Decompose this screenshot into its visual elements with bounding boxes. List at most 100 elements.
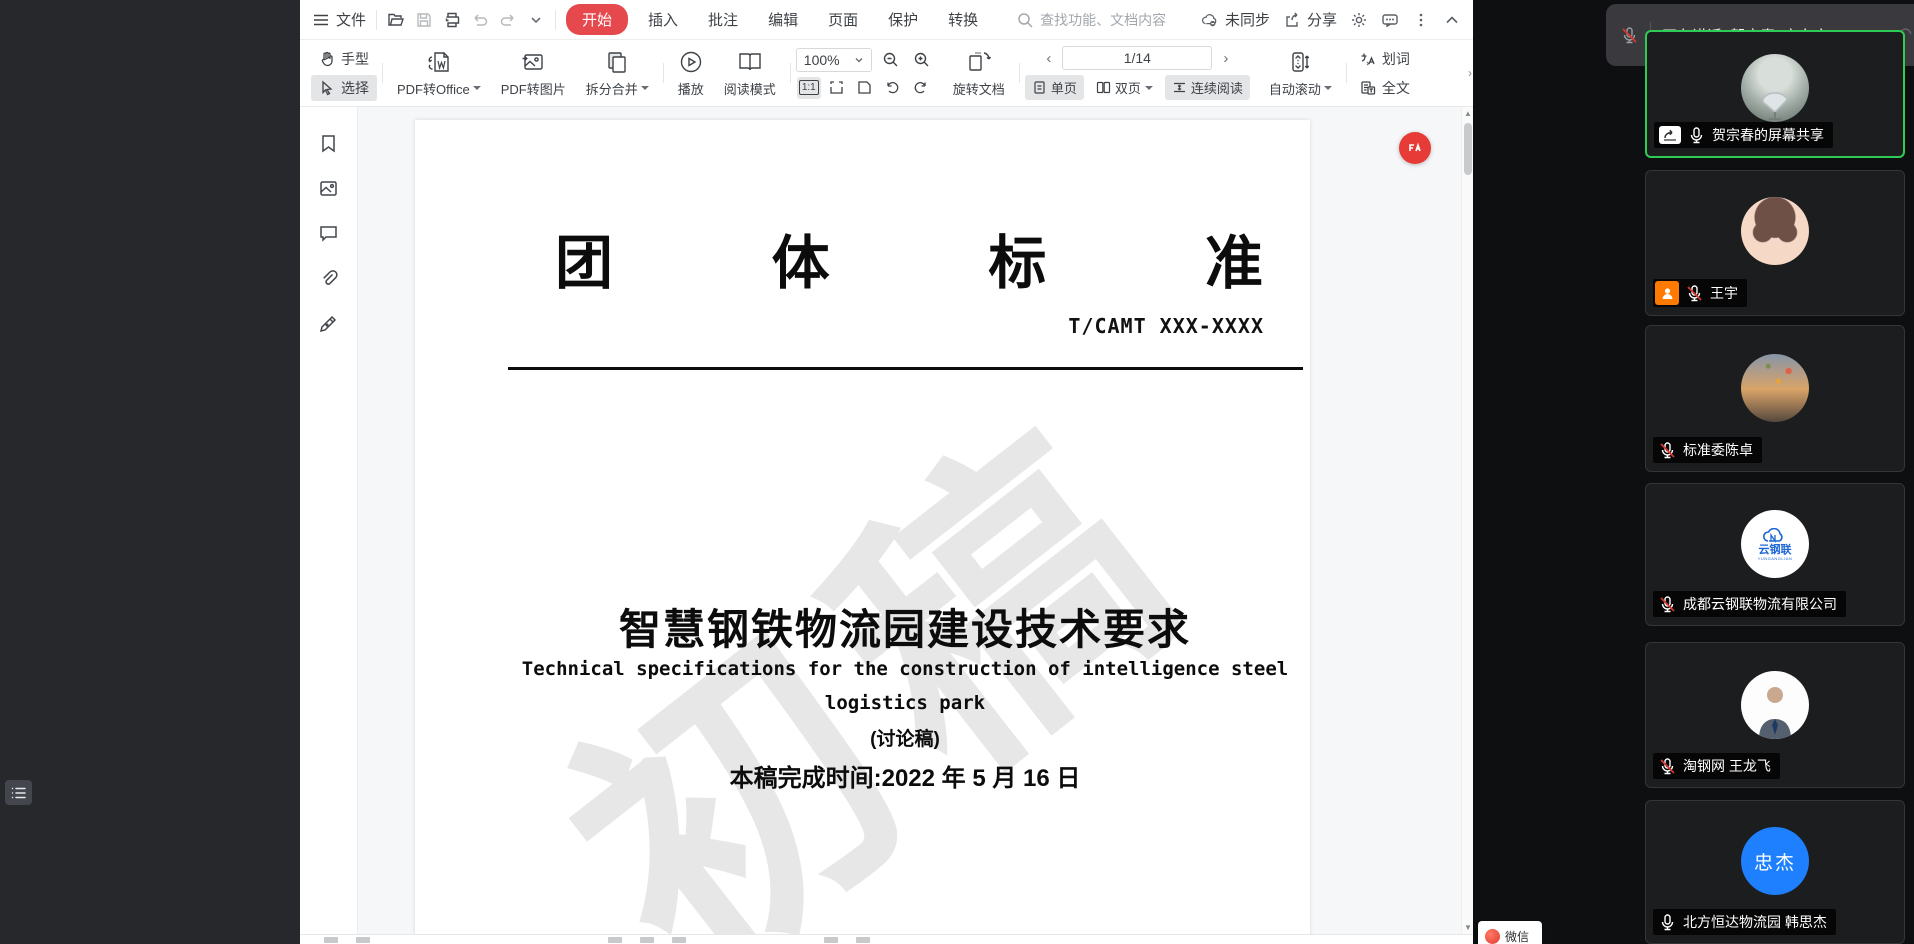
fit-width-button[interactable] — [825, 77, 849, 99]
pdf-to-office-label: PDF转Office — [397, 79, 470, 98]
statusbar-icon[interactable] — [324, 937, 338, 943]
scroll-down-icon[interactable]: ▼ — [1462, 923, 1474, 932]
continuous-read-button[interactable]: 连续阅读 — [1165, 75, 1250, 100]
comments-icon[interactable] — [318, 223, 339, 244]
tab-edit[interactable]: 编辑 — [758, 4, 808, 35]
mic-on-icon — [1658, 913, 1677, 932]
more-actions-caret-icon[interactable] — [527, 11, 545, 29]
tab-convert[interactable]: 转换 — [938, 4, 988, 35]
document-subtitle-en: logistics park — [435, 692, 1310, 714]
divider — [376, 10, 377, 30]
thumbnails-icon[interactable] — [318, 178, 339, 199]
tab-comment[interactable]: 批注 — [698, 4, 748, 35]
play-button[interactable]: 播放 — [669, 45, 713, 102]
pdf-reader-window: 文件 开始 插入 批注 编辑 页面 保护 转换 查找功能、文档内容 未同步 分享 — [300, 0, 1473, 944]
double-page-button[interactable]: 双页 — [1089, 75, 1160, 100]
hand-tool-button[interactable]: 手型 — [311, 46, 377, 72]
participant-tile[interactable]: 淘钢网 王龙飞 — [1645, 642, 1905, 788]
actual-size-button[interactable]: 1:1 — [797, 77, 821, 99]
sync-status[interactable]: 未同步 — [1201, 9, 1270, 30]
wechat-taskbar-popup[interactable]: 微信 — [1478, 921, 1542, 944]
rotate-left-button[interactable] — [881, 77, 905, 99]
full-text-label: 全文 — [1382, 78, 1410, 98]
mic-muted-icon — [1658, 441, 1677, 460]
heading-char: 团 — [555, 216, 613, 300]
auto-scroll-button[interactable]: 自动滚动 — [1260, 45, 1341, 102]
redo-icon[interactable] — [499, 11, 517, 29]
zoom-level-select[interactable]: 100% — [796, 48, 872, 72]
statusbar-icon[interactable] — [672, 937, 686, 943]
undo-icon[interactable] — [471, 11, 489, 29]
pdf-to-image-button[interactable]: PDF转图片 — [492, 45, 575, 102]
participant-name: 北方恒达物流园 韩思杰 — [1683, 912, 1827, 932]
tab-insert[interactable]: 插入 — [638, 4, 688, 35]
play-label: 播放 — [678, 79, 704, 98]
statusbar-icon[interactable] — [640, 937, 654, 943]
print-icon[interactable] — [443, 11, 461, 29]
more-menu-dots-icon[interactable] — [1412, 11, 1430, 29]
single-page-button[interactable]: 单页 — [1025, 75, 1084, 100]
zoom-in-button[interactable] — [910, 49, 934, 71]
fit-page-button[interactable] — [853, 77, 877, 99]
draft-note: (讨论稿) — [475, 724, 1310, 751]
full-text-translate-button[interactable]: 全文 — [1352, 75, 1418, 101]
sync-label: 未同步 — [1225, 9, 1270, 30]
statusbar-icon[interactable] — [824, 937, 838, 943]
scrollbar-thumb[interactable] — [1464, 123, 1472, 175]
page-indicator: 1/14 — [1124, 50, 1151, 66]
pdf-to-image-label: PDF转图片 — [501, 79, 566, 98]
prev-page-button[interactable]: ‹ — [1043, 50, 1054, 67]
vertical-scrollbar[interactable]: ▲ ▼ — [1461, 107, 1473, 934]
participant-tile[interactable]: 贺宗春的屏幕共享 — [1645, 30, 1905, 158]
save-icon[interactable] — [415, 11, 433, 29]
pdf-to-office-icon — [426, 49, 452, 75]
avatar — [1741, 671, 1809, 739]
hand-tool-label: 手型 — [341, 49, 369, 69]
split-merge-button[interactable]: 拆分合并 — [577, 45, 658, 102]
outline-toggle-button[interactable] — [5, 780, 32, 805]
company-logo-subtext: YUNGANGLIAN — [1758, 556, 1793, 561]
toolbar-overflow-chevron-icon[interactable]: › — [1468, 66, 1472, 80]
tab-home[interactable]: 开始 — [566, 4, 628, 35]
statusbar-icon[interactable] — [608, 937, 622, 943]
assistant-floating-badge[interactable] — [1399, 132, 1431, 164]
word-pick-translate-button[interactable]: 划词 — [1352, 46, 1418, 72]
open-file-icon[interactable] — [387, 11, 405, 29]
self-mic-muted-icon[interactable] — [1620, 26, 1639, 45]
double-page-label: 双页 — [1115, 78, 1141, 97]
attachments-icon[interactable] — [318, 268, 339, 289]
rotate-document-button[interactable]: 旋转文档 — [944, 45, 1014, 102]
tab-protect[interactable]: 保护 — [878, 4, 928, 35]
participant-tile[interactable]: 标准委陈卓 — [1645, 325, 1905, 472]
bookmarks-icon[interactable] — [318, 133, 339, 154]
search-input[interactable]: 查找功能、文档内容 — [1016, 10, 1191, 30]
zoom-level-value: 100% — [804, 52, 840, 68]
read-mode-button[interactable]: 阅读模式 — [715, 45, 785, 102]
document-title: 智慧钢铁物流园建设技术要求 — [475, 596, 1310, 657]
tab-page[interactable]: 页面 — [818, 4, 868, 35]
rotate-right-button[interactable] — [909, 77, 933, 99]
next-page-button[interactable]: › — [1220, 50, 1231, 67]
document-subtitle-en: Technical specifications for the constru… — [435, 658, 1310, 680]
participant-tile[interactable]: 云钢联 YUNGANGLIAN 成都云钢联物流有限公司 — [1645, 483, 1905, 626]
cursor-icon — [319, 80, 335, 96]
select-tool-button[interactable]: 选择 — [311, 75, 377, 101]
zoom-out-button[interactable] — [879, 49, 903, 71]
participant-name: 标准委陈卓 — [1683, 440, 1753, 460]
document-view-area[interactable]: 初稿 团 体 标 准 T/CAMT XXX-XXXX 智慧钢铁物流园建设技术要求… — [358, 107, 1461, 934]
participant-tile[interactable]: 忠杰 北方恒达物流园 韩思杰 — [1645, 800, 1905, 944]
pdf-to-office-button[interactable]: PDF转Office — [388, 45, 490, 102]
share-button[interactable]: 分享 — [1283, 9, 1337, 30]
caret-down-icon — [854, 55, 864, 65]
page-number-input[interactable]: 1/14 — [1062, 46, 1212, 70]
file-menu[interactable]: 文件 — [312, 9, 366, 30]
feedback-chat-icon[interactable] — [1381, 11, 1399, 29]
participant-tile[interactable]: 王宇 — [1645, 170, 1905, 316]
collapse-toolbar-icon[interactable] — [1443, 11, 1461, 29]
scroll-up-icon[interactable]: ▲ — [1462, 109, 1474, 118]
settings-gear-icon[interactable] — [1350, 11, 1368, 29]
signature-pen-icon[interactable] — [318, 313, 339, 334]
pdf-page: 初稿 团 体 标 准 T/CAMT XXX-XXXX 智慧钢铁物流园建设技术要求… — [415, 120, 1310, 934]
statusbar-icon[interactable] — [856, 937, 870, 943]
statusbar-icon[interactable] — [356, 937, 370, 943]
